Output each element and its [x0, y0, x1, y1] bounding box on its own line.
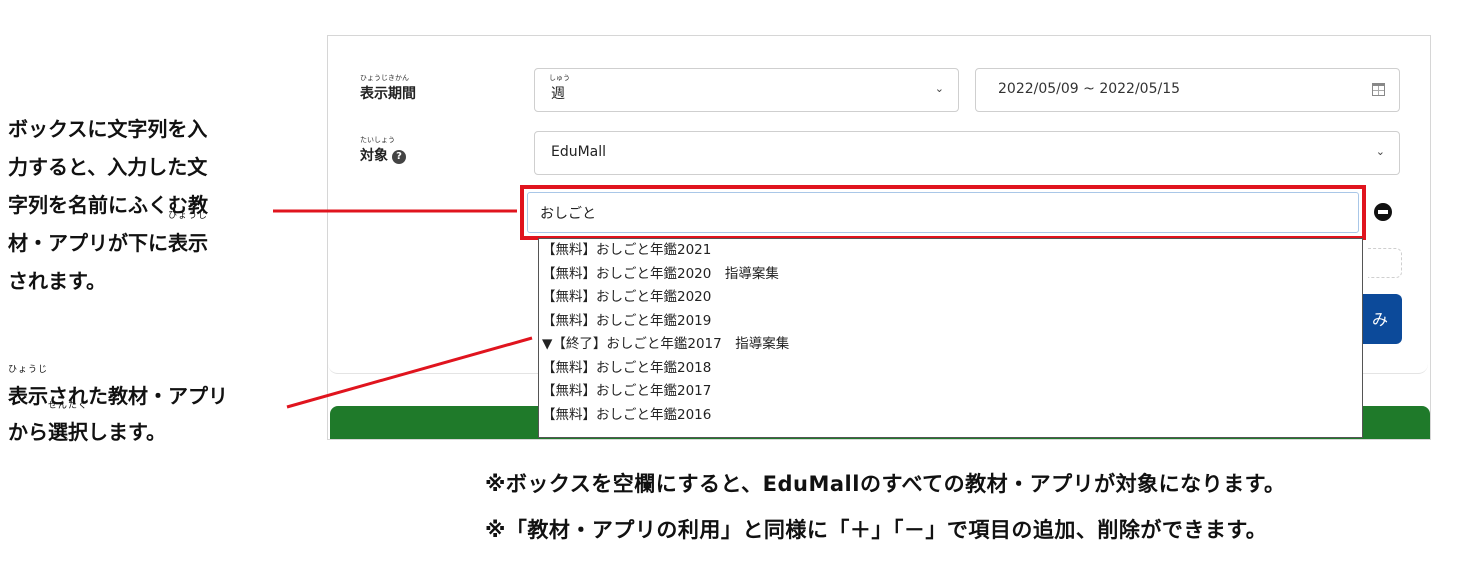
date-range-value: 2022/05/09 ~ 2022/05/15	[998, 81, 1181, 97]
calendar-icon[interactable]	[1372, 83, 1385, 96]
ruby-word: ひょうじ 表示	[168, 211, 208, 262]
suggestion-item[interactable]: 【無料】おしごと年鑑2017	[539, 380, 1362, 404]
ruby-word: ひょうじ 表示	[8, 365, 48, 414]
ruby-reading: ひょうじ	[168, 211, 209, 221]
ruby-base: 表示	[8, 384, 48, 408]
callout-line: から せんたく選択します。	[8, 401, 288, 450]
callout-line: 力すると、入力した文	[8, 155, 208, 179]
suggestion-item[interactable]: ▼【終了】おしごと年鑑2017 指導案集	[539, 333, 1362, 357]
suggestion-dropdown: 【無料】おしごと年鑑2021 【無料】おしごと年鑑2020 指導案集 【無料】お…	[538, 238, 1363, 438]
ruby-word: せんたく 選択	[48, 401, 88, 450]
target-label-furigana: たいしょう	[360, 136, 395, 144]
target-select[interactable]: EduMall ⌄	[534, 131, 1400, 175]
suggestion-item[interactable]: 【無料】おしごと年鑑2018	[539, 357, 1362, 381]
period-select-furigana: しゅう	[549, 74, 570, 82]
suggestion-item[interactable]: 【無料】おしごと年鑑2016	[539, 404, 1362, 428]
period-select-value: 週	[551, 86, 565, 102]
callout-line: されます。	[8, 269, 106, 293]
app-screenshot-panel: ひょうじきかん 表示期間 しゅう 週 ⌄ 2022/05/09 ~ 2022/0…	[327, 35, 1431, 440]
callout-line: 材・アプリが下に ひょうじ表示	[8, 211, 278, 262]
callout-text: から	[8, 420, 48, 444]
target-label-text: 対象	[360, 148, 388, 164]
target-label: たいしょう 対象?	[360, 136, 406, 165]
tutorial-figure: ボックスに文字列を入 力すると、入力した文 字列を名前にふくむ教 材・アプリが下…	[0, 0, 1462, 572]
ruby-base: 表示	[168, 231, 208, 255]
suggestion-item[interactable]: 【無料】おしごと年鑑2019	[539, 310, 1362, 334]
material-search-input[interactable]	[527, 192, 1359, 233]
period-label-furigana: ひょうじきかん	[360, 74, 409, 82]
search-highlight-frame	[520, 185, 1366, 240]
date-range-input[interactable]: 2022/05/09 ~ 2022/05/15	[975, 68, 1400, 112]
remove-row-icon[interactable]	[1374, 203, 1392, 221]
callout-text: 材・アプリが下に	[8, 231, 168, 255]
suggestion-item[interactable]: 【無料】おしごと年鑑2020 指導案集	[539, 263, 1362, 287]
help-icon[interactable]: ?	[392, 150, 406, 164]
note-empty-box: ※ボックスを空欄にすると、EduMallのすべての教材・アプリが対象になります。	[485, 472, 1286, 496]
callout-line: 字列を名前にふくむ教	[8, 193, 208, 217]
add-row-placeholder[interactable]	[1368, 248, 1402, 278]
callout-line: ボックスに文字列を入	[8, 117, 208, 141]
chevron-down-icon: ⌄	[1375, 145, 1385, 158]
ruby-reading: ひょうじ	[8, 365, 49, 375]
period-select[interactable]: しゅう 週 ⌄	[534, 68, 959, 112]
note-add-remove: ※「教材・アプリの利用」と同様に「＋」「－」で項目の追加、削除ができます。	[485, 518, 1268, 542]
callout-text: します。	[88, 420, 166, 444]
period-label: ひょうじきかん 表示期間	[360, 74, 416, 103]
callout-select-explanation: ひょうじ 表示された教材・アプリ から せんたく 選択します。	[8, 365, 288, 450]
callout-search-explanation: ボックスに文字列を入 力すると、入力した文 字列を名前にふくむ教 材・アプリが下…	[8, 110, 278, 300]
chevron-down-icon: ⌄	[934, 82, 944, 95]
suggestion-item[interactable]: 【無料】おしごと年鑑2020	[539, 286, 1362, 310]
submit-button-label: み	[1372, 310, 1389, 329]
period-label-text: 表示期間	[360, 86, 416, 102]
suggestion-item[interactable]: 【無料】おしごと年鑑2021	[539, 239, 1362, 263]
ruby-base: 選択	[48, 420, 88, 444]
target-select-value: EduMall	[551, 144, 607, 160]
ruby-reading: せんたく	[48, 401, 89, 411]
